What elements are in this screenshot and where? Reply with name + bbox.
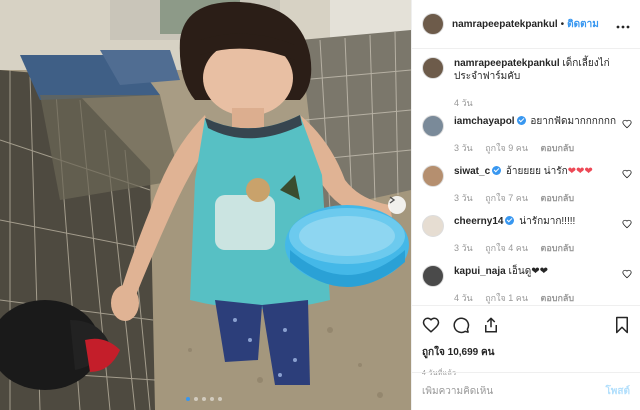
- like-comment-heart-icon[interactable]: [622, 119, 632, 129]
- caption-username[interactable]: namrapeepatekpankul: [454, 58, 560, 69]
- carousel-dot: [210, 397, 214, 401]
- carousel-dot: [194, 397, 198, 401]
- more-options-button[interactable]: [616, 16, 630, 32]
- comment-text: เอ็นดู: [508, 266, 532, 277]
- carousel-dot: [218, 397, 222, 401]
- comment-text: อยากฟัดมากกกกกก: [530, 116, 617, 127]
- like-comment-heart-icon[interactable]: [622, 269, 632, 279]
- comment-username[interactable]: kapui_naja: [454, 266, 506, 277]
- reply-button[interactable]: ตอบกลับ: [541, 143, 575, 153]
- post-photo[interactable]: [0, 0, 411, 410]
- reply-button[interactable]: ตอบกลับ: [541, 193, 575, 203]
- comment-body: cheerny14 น่ารักมาก!!!!! 3 วัน ถูกใจ 4 ค…: [454, 215, 619, 255]
- post-comment-button[interactable]: โพสต์: [605, 384, 630, 399]
- heart-icon[interactable]: [422, 316, 440, 334]
- list-item: cheerny14 น่ารักมาก!!!!! 3 วัน ถูกใจ 4 ค…: [422, 215, 634, 255]
- instagram-post-modal: namrapeepatekpankul • ติดตาม namrapeepat…: [0, 0, 640, 410]
- comment-meta: 3 วัน ถูกใจ 9 คน ตอบกลับ: [454, 142, 619, 155]
- comment-username[interactable]: iamchayapol: [454, 116, 515, 127]
- verified-badge-icon: [516, 116, 526, 125]
- comment-likes[interactable]: ถูกใจ 1 คน: [485, 293, 528, 303]
- share-icon[interactable]: [482, 316, 500, 334]
- avatar[interactable]: [422, 115, 444, 137]
- comment-time[interactable]: 4 วัน: [454, 293, 473, 303]
- comment-body: iamchayapol อยากฟัดมากกกกกก 3 วัน ถูกใจ …: [454, 115, 619, 155]
- reply-button[interactable]: ตอบกลับ: [541, 293, 575, 303]
- comment-time[interactable]: 3 วัน: [454, 243, 473, 253]
- reply-button[interactable]: ตอบกลับ: [541, 243, 575, 253]
- next-photo-button[interactable]: [388, 196, 406, 214]
- comment-hearts: ❤❤: [531, 266, 549, 277]
- comment-hearts: ❤❤❤: [567, 166, 593, 177]
- list-item: kapui_naja เอ็นดู❤❤ 4 วัน ถูกใจ 1 คน ตอบ…: [422, 265, 634, 305]
- avatar[interactable]: [422, 13, 444, 35]
- add-comment-bar: โพสต์: [412, 372, 640, 410]
- likes-count[interactable]: ถูกใจ 10,699 คน: [422, 345, 630, 360]
- bookmark-icon[interactable]: [614, 316, 630, 334]
- comment-text: น่ารักมาก!!!!!: [519, 216, 576, 227]
- more-horizontal-icon: [616, 25, 630, 29]
- post-caption: namrapeepatekpankul เด็กเลี้ยงไก่ประจำฟา…: [412, 57, 640, 110]
- comment-meta: 3 วัน ถูกใจ 4 คน ตอบกลับ: [454, 242, 619, 255]
- avatar[interactable]: [422, 165, 444, 187]
- comment-username[interactable]: cheerny14: [454, 216, 503, 227]
- header-separator: •: [560, 18, 565, 30]
- comment-input[interactable]: [422, 386, 606, 397]
- comment-time[interactable]: 3 วัน: [454, 193, 473, 203]
- avatar[interactable]: [422, 57, 444, 79]
- comments-list: namrapeepatekpankul เด็กเลี้ยงไก่ประจำฟา…: [412, 57, 640, 303]
- like-comment-heart-icon[interactable]: [622, 219, 632, 229]
- like-comment-heart-icon[interactable]: [622, 169, 632, 179]
- list-item: siwat_c อ้ายยยย น่ารัก❤❤❤ 3 วัน ถูกใจ 7 …: [422, 165, 634, 205]
- action-icons: [422, 314, 630, 336]
- comment-text: อ้ายยยย น่ารัก: [505, 166, 568, 177]
- caption-body: namrapeepatekpankul เด็กเลี้ยงไก่ประจำฟา…: [454, 57, 619, 110]
- verified-badge-icon: [492, 166, 502, 175]
- post-actions: ถูกใจ 10,699 คน 4 วันที่แล้ว: [412, 305, 640, 379]
- comment-body: siwat_c อ้ายยยย น่ารัก❤❤❤ 3 วัน ถูกใจ 7 …: [454, 165, 619, 205]
- carousel-dot: [202, 397, 206, 401]
- caption-time[interactable]: 4 วัน: [454, 97, 619, 110]
- carousel-dot: [186, 397, 190, 401]
- comment-meta: 3 วัน ถูกใจ 7 คน ตอบกลับ: [454, 192, 619, 205]
- verified-badge-icon: [505, 216, 515, 225]
- comment-meta: 4 วัน ถูกใจ 1 คน ตอบกลับ: [454, 292, 619, 305]
- avatar[interactable]: [422, 215, 444, 237]
- comment-body: kapui_naja เอ็นดู❤❤ 4 วัน ถูกใจ 1 คน ตอบ…: [454, 265, 619, 305]
- post-side-panel: namrapeepatekpankul • ติดตาม namrapeepat…: [411, 0, 640, 410]
- header-username[interactable]: namrapeepatekpankul: [452, 19, 558, 30]
- post-header: namrapeepatekpankul • ติดตาม: [412, 0, 640, 49]
- chevron-right-icon: [389, 196, 396, 204]
- comment-time[interactable]: 3 วัน: [454, 143, 473, 153]
- comment-icon[interactable]: [452, 316, 470, 334]
- carousel-indicator: [186, 397, 222, 401]
- comment-likes[interactable]: ถูกใจ 4 คน: [485, 243, 528, 253]
- list-item: iamchayapol อยากฟัดมากกกกกก 3 วัน ถูกใจ …: [422, 115, 634, 155]
- avatar[interactable]: [422, 265, 444, 287]
- comment-likes[interactable]: ถูกใจ 9 คน: [485, 143, 528, 153]
- follow-button[interactable]: ติดตาม: [567, 17, 599, 32]
- comment-username[interactable]: siwat_c: [454, 166, 490, 177]
- comment-likes[interactable]: ถูกใจ 7 คน: [485, 193, 528, 203]
- photo-illustration: [0, 0, 411, 410]
